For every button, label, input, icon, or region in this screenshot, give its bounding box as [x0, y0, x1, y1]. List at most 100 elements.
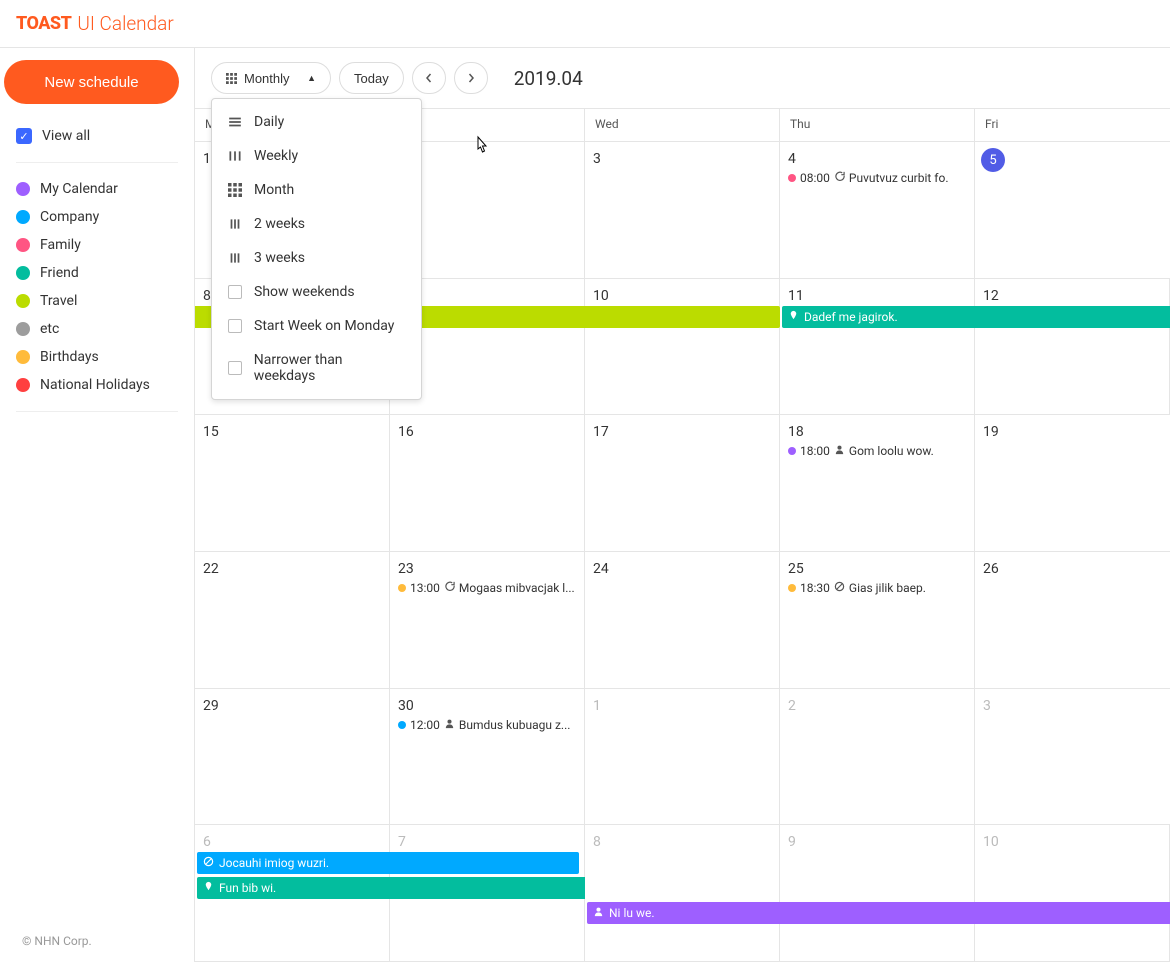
day-number: 18 [788, 424, 804, 440]
day-number: 2 [788, 698, 796, 714]
dropdown-view-option[interactable]: Daily [212, 105, 421, 139]
day-cell[interactable]: 5 [975, 142, 1170, 278]
sidebar-calendar-item[interactable]: My Calendar [16, 175, 178, 203]
event-item[interactable]: 08:00Puvutvuz curbit fo. [788, 171, 966, 185]
day-number: 19 [983, 424, 999, 440]
prev-button[interactable] [412, 62, 446, 94]
day-number: 7 [398, 834, 406, 850]
view-all-toggle[interactable]: View all [16, 122, 178, 150]
toolbar: Monthly ▲ DailyWeeklyMonth2 weeks3 weeks… [195, 48, 1170, 108]
event-user-icon [444, 718, 455, 732]
day-number: 25 [788, 561, 804, 577]
event-bar[interactable]: Dadef me jagirok. [782, 306, 1170, 328]
event-title: Gom loolu wow. [849, 444, 934, 458]
sidebar-calendar-item[interactable]: National Holidays [16, 371, 178, 399]
sidebar-calendar-item[interactable]: Friend [16, 259, 178, 287]
day-cell[interactable]: 17 [585, 415, 780, 551]
dropdown-view-option[interactable]: 2 weeks [212, 207, 421, 241]
checkbox-unchecked-icon [228, 285, 242, 299]
day-cell[interactable]: 3 [585, 142, 780, 278]
dropdown-label: Start Week on Monday [254, 318, 394, 334]
new-schedule-button[interactable]: New schedule [4, 60, 179, 104]
day-cell[interactable]: 15 [195, 415, 390, 551]
next-button[interactable] [454, 62, 488, 94]
dropdown-checkbox-option[interactable]: Narrower than weekdays [212, 343, 421, 393]
event-repeat-icon [834, 171, 845, 185]
day-number: 12 [983, 288, 999, 304]
day-number: 11 [788, 288, 804, 304]
grid-icon [226, 73, 237, 84]
day-cell[interactable]: 12 [975, 279, 1170, 415]
day-cell[interactable]: 24 [585, 552, 780, 688]
brand-bold: TOAST [16, 13, 71, 34]
calendar-name: National Holidays [40, 377, 150, 393]
dropdown-view-option[interactable]: 3 weeks [212, 241, 421, 275]
event-bar[interactable]: Fun bib wi. [197, 877, 585, 899]
event-item[interactable]: 18:00Gom loolu wow. [788, 444, 966, 458]
day-cell[interactable]: 2 [780, 689, 975, 825]
event-bar[interactable]: Jocauhi imiog wuzri. [197, 852, 579, 874]
sidebar-calendar-item[interactable]: Family [16, 231, 178, 259]
event-title: Mogaas mibvacjak l... [459, 581, 575, 595]
day-number: 10 [983, 834, 999, 850]
day-cell[interactable]: 1 [585, 689, 780, 825]
calendar-name: Family [40, 237, 81, 253]
day-cell[interactable]: 11 [780, 279, 975, 415]
dropdown-label: Daily [254, 114, 284, 130]
dropdown-checkbox-option[interactable]: Start Week on Monday [212, 309, 421, 343]
dropdown-label: 3 weeks [254, 250, 305, 266]
event-pin-icon [203, 881, 214, 895]
day-cell[interactable]: 10 [585, 279, 780, 415]
event-item[interactable]: 12:00Bumdus kubuagu z... [398, 718, 576, 732]
event-title: Gias jilik baep. [849, 581, 926, 595]
event-color-dot [398, 721, 406, 729]
day-number: 3 [593, 151, 601, 167]
brand-light: UI Calendar [77, 12, 173, 35]
view-select: Monthly ▲ DailyWeeklyMonth2 weeks3 weeks… [211, 62, 331, 94]
event-item[interactable]: 18:30Gias jilik baep. [788, 581, 966, 595]
view-all-label: View all [42, 128, 90, 144]
dropdown-view-option[interactable]: Month [212, 173, 421, 207]
event-block-icon [203, 856, 214, 870]
cols2-icon [228, 217, 242, 231]
today-button[interactable]: Today [339, 62, 404, 94]
event-item[interactable]: 13:00Mogaas mibvacjak l... [398, 581, 576, 595]
dropdown-checkbox-option[interactable]: Show weekends [212, 275, 421, 309]
sidebar-calendar-item[interactable]: Travel [16, 287, 178, 315]
day-cell[interactable]: 18 18:00Gom loolu wow. [780, 415, 975, 551]
day-number: 15 [203, 424, 219, 440]
event-bar[interactable]: Ni lu we. [587, 902, 1170, 924]
day-cell[interactable]: 19 [975, 415, 1170, 551]
dropdown-view-option[interactable]: Weekly [212, 139, 421, 173]
event-user-icon [593, 906, 604, 920]
view-dropdown-button[interactable]: Monthly ▲ [211, 62, 331, 94]
event-color-dot [788, 447, 796, 455]
checkbox-unchecked-icon [228, 361, 242, 375]
day-cell[interactable]: 22 [195, 552, 390, 688]
sidebar-calendar-item[interactable]: Birthdays [16, 343, 178, 371]
day-cell[interactable]: 16 [390, 415, 585, 551]
calendar-name: Friend [40, 265, 79, 281]
day-number: 4 [788, 151, 796, 167]
sidebar-calendar-item[interactable]: etc [16, 315, 178, 343]
day-cell[interactable]: 8 [585, 825, 780, 961]
calendar-color-dot [16, 322, 30, 336]
dropdown-label: Show weekends [254, 284, 355, 300]
day-cell[interactable]: 29 [195, 689, 390, 825]
day-cell[interactable]: 9 [780, 825, 975, 961]
day-number: 26 [983, 561, 999, 577]
day-number: 3 [983, 698, 991, 714]
day-number: 8 [203, 288, 211, 304]
day-cell[interactable]: 3 [975, 689, 1170, 825]
event-title: Bumdus kubuagu z... [459, 718, 571, 732]
sidebar-calendar-item[interactable]: Company [16, 203, 178, 231]
day-cell[interactable]: 25 18:30Gias jilik baep. [780, 552, 975, 688]
day-cell[interactable]: 10 [975, 825, 1170, 961]
day-cell[interactable]: 4 08:00Puvutvuz curbit fo. [780, 142, 975, 278]
event-color-dot [788, 174, 796, 182]
day-cell[interactable]: 3012:00Bumdus kubuagu z... [390, 689, 585, 825]
day-cell[interactable]: 26 [975, 552, 1170, 688]
weekday-cell: Wed [585, 109, 780, 141]
week-row: 15 1617 18 18:00Gom loolu wow. 19 [195, 415, 1170, 552]
day-cell[interactable]: 2313:00Mogaas mibvacjak l... [390, 552, 585, 688]
